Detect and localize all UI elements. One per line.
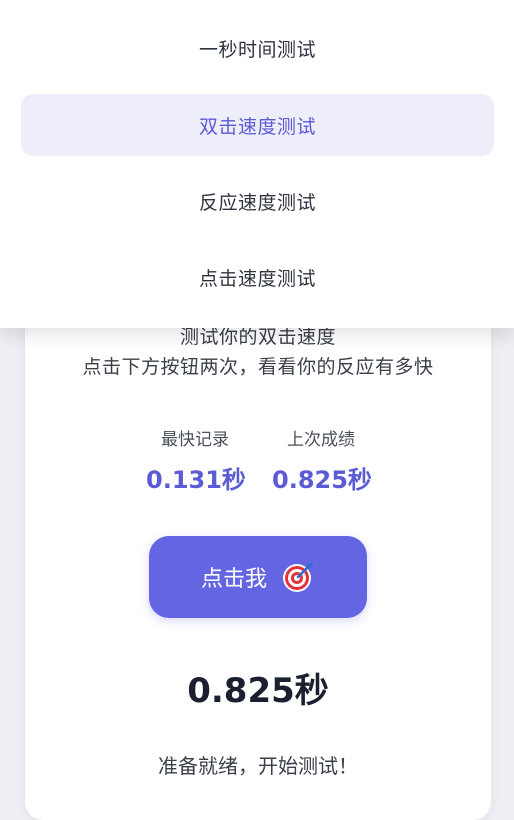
- test-card: 测试你的双击速度 点击下方按钮两次，看看你的反应有多快 最快记录 0.131秒 …: [25, 260, 491, 820]
- menu-item-double-click-test[interactable]: 双击速度测试: [21, 94, 494, 156]
- tap-button-label: 点击我: [200, 567, 267, 592]
- best-record-stat: 最快记录 0.131秒: [146, 425, 246, 495]
- card-instruction: 点击下方按钮两次，看看你的反应有多快: [82, 356, 434, 378]
- last-score-value: 0.825秒: [272, 466, 372, 494]
- test-mode-menu: 一秒时间测试 双击速度测试 反应速度测试 点击速度测试: [0, 0, 514, 328]
- menu-item-one-second-test[interactable]: 一秒时间测试: [21, 17, 494, 79]
- menu-item-reaction-test[interactable]: 反应速度测试: [21, 170, 494, 232]
- status-text: 准备就绪，开始测试！: [158, 754, 358, 778]
- result-time: 0.825秒: [187, 671, 329, 711]
- stats-row: 最快记录 0.131秒 上次成绩 0.825秒: [25, 425, 491, 495]
- best-record-value: 0.131秒: [146, 466, 246, 494]
- menu-item-click-speed-test[interactable]: 点击速度测试: [21, 246, 494, 308]
- tap-button[interactable]: 点击我: [149, 536, 367, 618]
- target-icon: [281, 560, 315, 594]
- last-score-stat: 上次成绩 0.825秒: [272, 425, 372, 495]
- best-record-label: 最快记录: [161, 430, 229, 450]
- last-score-label: 上次成绩: [287, 430, 355, 450]
